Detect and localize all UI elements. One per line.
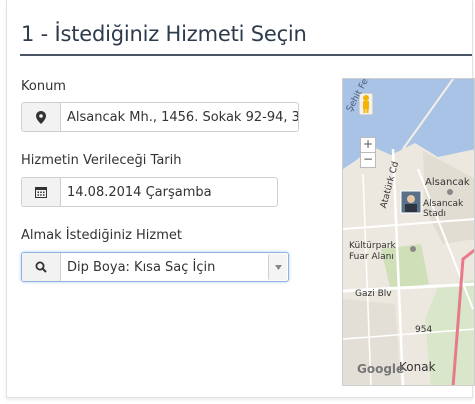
map-marker-icon: [36, 110, 46, 124]
google-logo: Google: [357, 362, 405, 376]
select-caret[interactable]: [268, 254, 287, 280]
page-title: 1 - İstediğiniz Hizmeti Seçin: [21, 22, 307, 46]
map-label-gazi: Gazi Blv: [355, 289, 392, 299]
map[interactable]: + − Şehit Fethi Bey Cd. Alsancak Alsanca…: [342, 78, 475, 386]
map-label-954: 954: [415, 325, 433, 335]
date-field[interactable]: 14.08.2014 Çarşamba: [21, 177, 278, 207]
map-canvas: [343, 79, 474, 385]
map-label-kulturpark: Kültürpark Fuar Alanı: [349, 241, 396, 262]
location-addon: [22, 103, 61, 131]
map-label-alsancak: Alsancak: [425, 177, 470, 188]
date-label: Hizmetin Verileceği Tarih: [21, 153, 182, 168]
search-icon: [35, 261, 47, 273]
date-addon: [22, 178, 61, 206]
date-input[interactable]: 14.08.2014 Çarşamba: [61, 178, 277, 206]
map-label-konak: Konak: [399, 360, 436, 374]
chevron-down-icon: [274, 264, 282, 270]
map-label-stadium: Alsancak Stadı: [423, 199, 464, 219]
avatar-marker[interactable]: [400, 190, 422, 214]
zoom-out-button[interactable]: −: [360, 152, 376, 168]
service-addon: [22, 253, 61, 281]
location-input[interactable]: Alsancak Mh., 1456. Sokak 92-94, 3…: [61, 103, 298, 131]
calendar-icon: [35, 187, 47, 198]
service-select[interactable]: Dip Boya: Kısa Saç İçin: [61, 253, 267, 281]
service-label: Almak İstediğiniz Hizmet: [21, 228, 183, 243]
location-field[interactable]: Alsancak Mh., 1456. Sokak 92-94, 3…: [21, 102, 299, 132]
zoom-in-button[interactable]: +: [360, 137, 376, 153]
location-label: Konum: [21, 79, 66, 94]
service-field[interactable]: Dip Boya: Kısa Saç İçin: [21, 252, 289, 282]
title-divider: [20, 54, 472, 56]
